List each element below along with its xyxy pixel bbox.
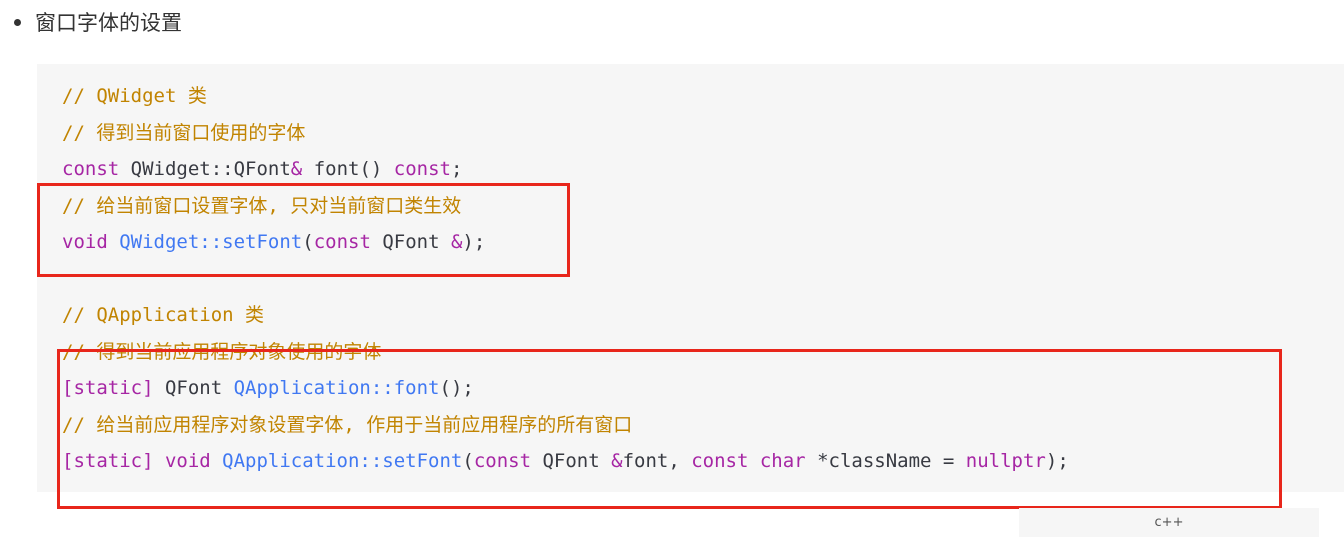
code-line: // QApplication 类 [62, 297, 1069, 334]
code-token: // QWidget 类 [62, 85, 207, 107]
code-token: () [359, 158, 383, 180]
bullet-icon [14, 18, 21, 26]
highlight-box-application-font [57, 349, 1282, 509]
code-token: & [290, 158, 303, 180]
code-token: ; [450, 158, 463, 180]
code-token: // 得到当前窗口使用的字体 [62, 121, 306, 144]
section-heading: 窗口字体的设置 [35, 11, 182, 35]
code-line: // QWidget 类 [62, 78, 1069, 115]
language-label: c++ [1019, 508, 1319, 537]
highlight-box-widget-setfont [37, 183, 570, 277]
code-token: const [382, 158, 451, 180]
code-line: // 得到当前窗口使用的字体 [62, 115, 1069, 152]
bullet-item: 窗口字体的设置 [12, 4, 182, 40]
code-token: QWidget::QFont [119, 158, 291, 180]
code-token: // QApplication 类 [62, 304, 265, 326]
code-token: const [62, 158, 120, 180]
code-token: font [302, 158, 360, 180]
